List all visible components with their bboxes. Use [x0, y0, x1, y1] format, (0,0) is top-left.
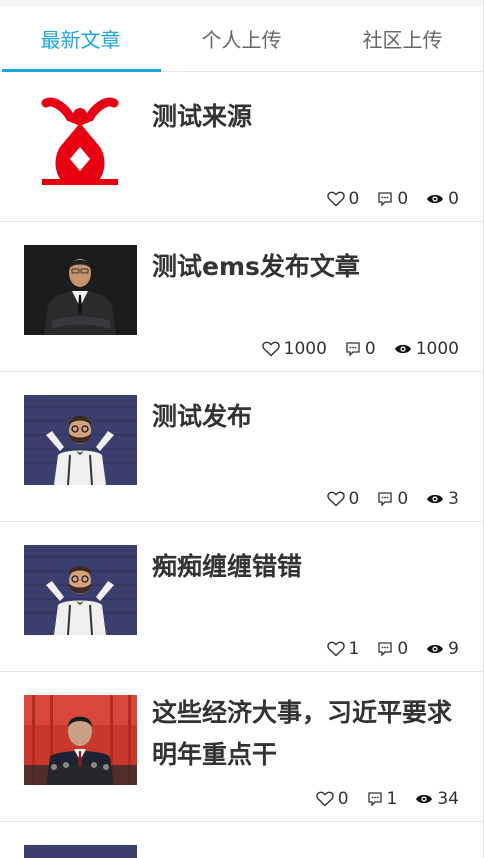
article-title[interactable]: 测试来源: [152, 96, 461, 138]
article-thumbnail-bearded-man: [24, 545, 137, 635]
views-count: 34: [437, 789, 459, 809]
heart-icon: [315, 791, 334, 807]
heart-icon: [326, 191, 345, 207]
comment-icon: [346, 342, 360, 357]
likes-stat[interactable]: 1000: [261, 339, 327, 359]
china-telecom-logo-icon: [24, 95, 137, 185]
views-stat: 1000: [394, 339, 459, 359]
article-item[interactable]: 测试来源 0 0 0: [0, 72, 483, 222]
comments-stat[interactable]: 0: [377, 489, 408, 509]
article-item-partial[interactable]: [0, 822, 483, 858]
heart-icon: [326, 641, 345, 657]
tab-personal-uploads[interactable]: 个人上传: [161, 6, 322, 71]
article-title[interactable]: 这些经济大事，习近平要求明年重点干: [152, 692, 461, 776]
speaker-photo: [24, 695, 137, 785]
eye-icon: [427, 494, 444, 504]
comments-count: 0: [397, 489, 409, 509]
article-item[interactable]: 痴痴缠缠错错 1 0 9: [0, 522, 483, 672]
comments-count: 1: [386, 789, 398, 809]
article-stats: 1000 0 1000: [244, 339, 459, 359]
comment-icon: [378, 642, 392, 657]
article-stats: 0 0 3: [309, 489, 459, 509]
views-count: 9: [448, 639, 459, 659]
likes-count: 0: [348, 189, 360, 209]
article-thumbnail-partial: [24, 845, 137, 858]
views-count: 1000: [415, 339, 459, 359]
views-count: 3: [448, 489, 459, 509]
article-title[interactable]: 测试发布: [152, 396, 461, 438]
likes-count: 0: [348, 489, 360, 509]
eye-icon: [427, 644, 444, 654]
likes-stat[interactable]: 1: [326, 639, 360, 659]
tab-community-uploads[interactable]: 社区上传: [322, 6, 483, 71]
tab-latest-articles[interactable]: 最新文章: [0, 6, 161, 72]
comments-stat[interactable]: 0: [345, 339, 376, 359]
eye-icon: [394, 344, 411, 354]
views-stat: 0: [426, 189, 459, 209]
likes-stat[interactable]: 0: [326, 189, 360, 209]
bearded-man-photo: [24, 545, 137, 635]
tab-bar: 最新文章 个人上传 社区上传: [0, 6, 483, 72]
likes-count: 1: [348, 639, 360, 659]
comment-icon: [367, 792, 382, 807]
article-thumbnail-businessman: [24, 245, 137, 335]
heart-icon: [326, 491, 345, 507]
article-thumbnail-bearded-man: [24, 395, 137, 485]
views-stat: 34: [415, 789, 459, 809]
article-item[interactable]: 测试发布 0 0 3: [0, 372, 483, 522]
bearded-man-photo: [24, 395, 137, 485]
likes-count: 1000: [283, 339, 327, 359]
comments-stat[interactable]: 0: [377, 639, 408, 659]
article-stats: 0 1 34: [298, 789, 459, 809]
article-thumbnail-speaker: [24, 695, 137, 785]
partial-photo: [24, 845, 137, 858]
comments-count: 0: [397, 189, 409, 209]
heart-icon: [261, 341, 280, 357]
comments-stat[interactable]: 1: [367, 789, 398, 809]
comments-stat[interactable]: 0: [377, 189, 408, 209]
likes-stat[interactable]: 0: [326, 489, 360, 509]
article-thumbnail-logo: [24, 95, 137, 185]
eye-icon: [416, 794, 433, 804]
views-stat: 9: [426, 639, 459, 659]
likes-count: 0: [337, 789, 349, 809]
article-stats: 0 0 0: [309, 189, 459, 209]
article-item[interactable]: 这些经济大事，习近平要求明年重点干 0 1 34: [0, 672, 483, 822]
article-stats: 1 0 9: [309, 639, 459, 659]
views-count: 0: [448, 189, 459, 209]
article-item[interactable]: 测试ems发布文章 1000 0 1000: [0, 222, 483, 372]
article-title[interactable]: 测试ems发布文章: [152, 246, 461, 288]
comment-icon: [378, 192, 392, 207]
likes-stat[interactable]: 0: [315, 789, 349, 809]
eye-icon: [427, 194, 444, 204]
article-title[interactable]: 痴痴缠缠错错: [152, 546, 461, 588]
comments-count: 0: [364, 339, 376, 359]
comment-icon: [378, 492, 392, 507]
comments-count: 0: [397, 639, 409, 659]
views-stat: 3: [426, 489, 459, 509]
app-frame: 最新文章 个人上传 社区上传 测试来源 0 0 0 测试ems发布文章 1000…: [0, 0, 484, 858]
businessman-photo: [24, 245, 137, 335]
